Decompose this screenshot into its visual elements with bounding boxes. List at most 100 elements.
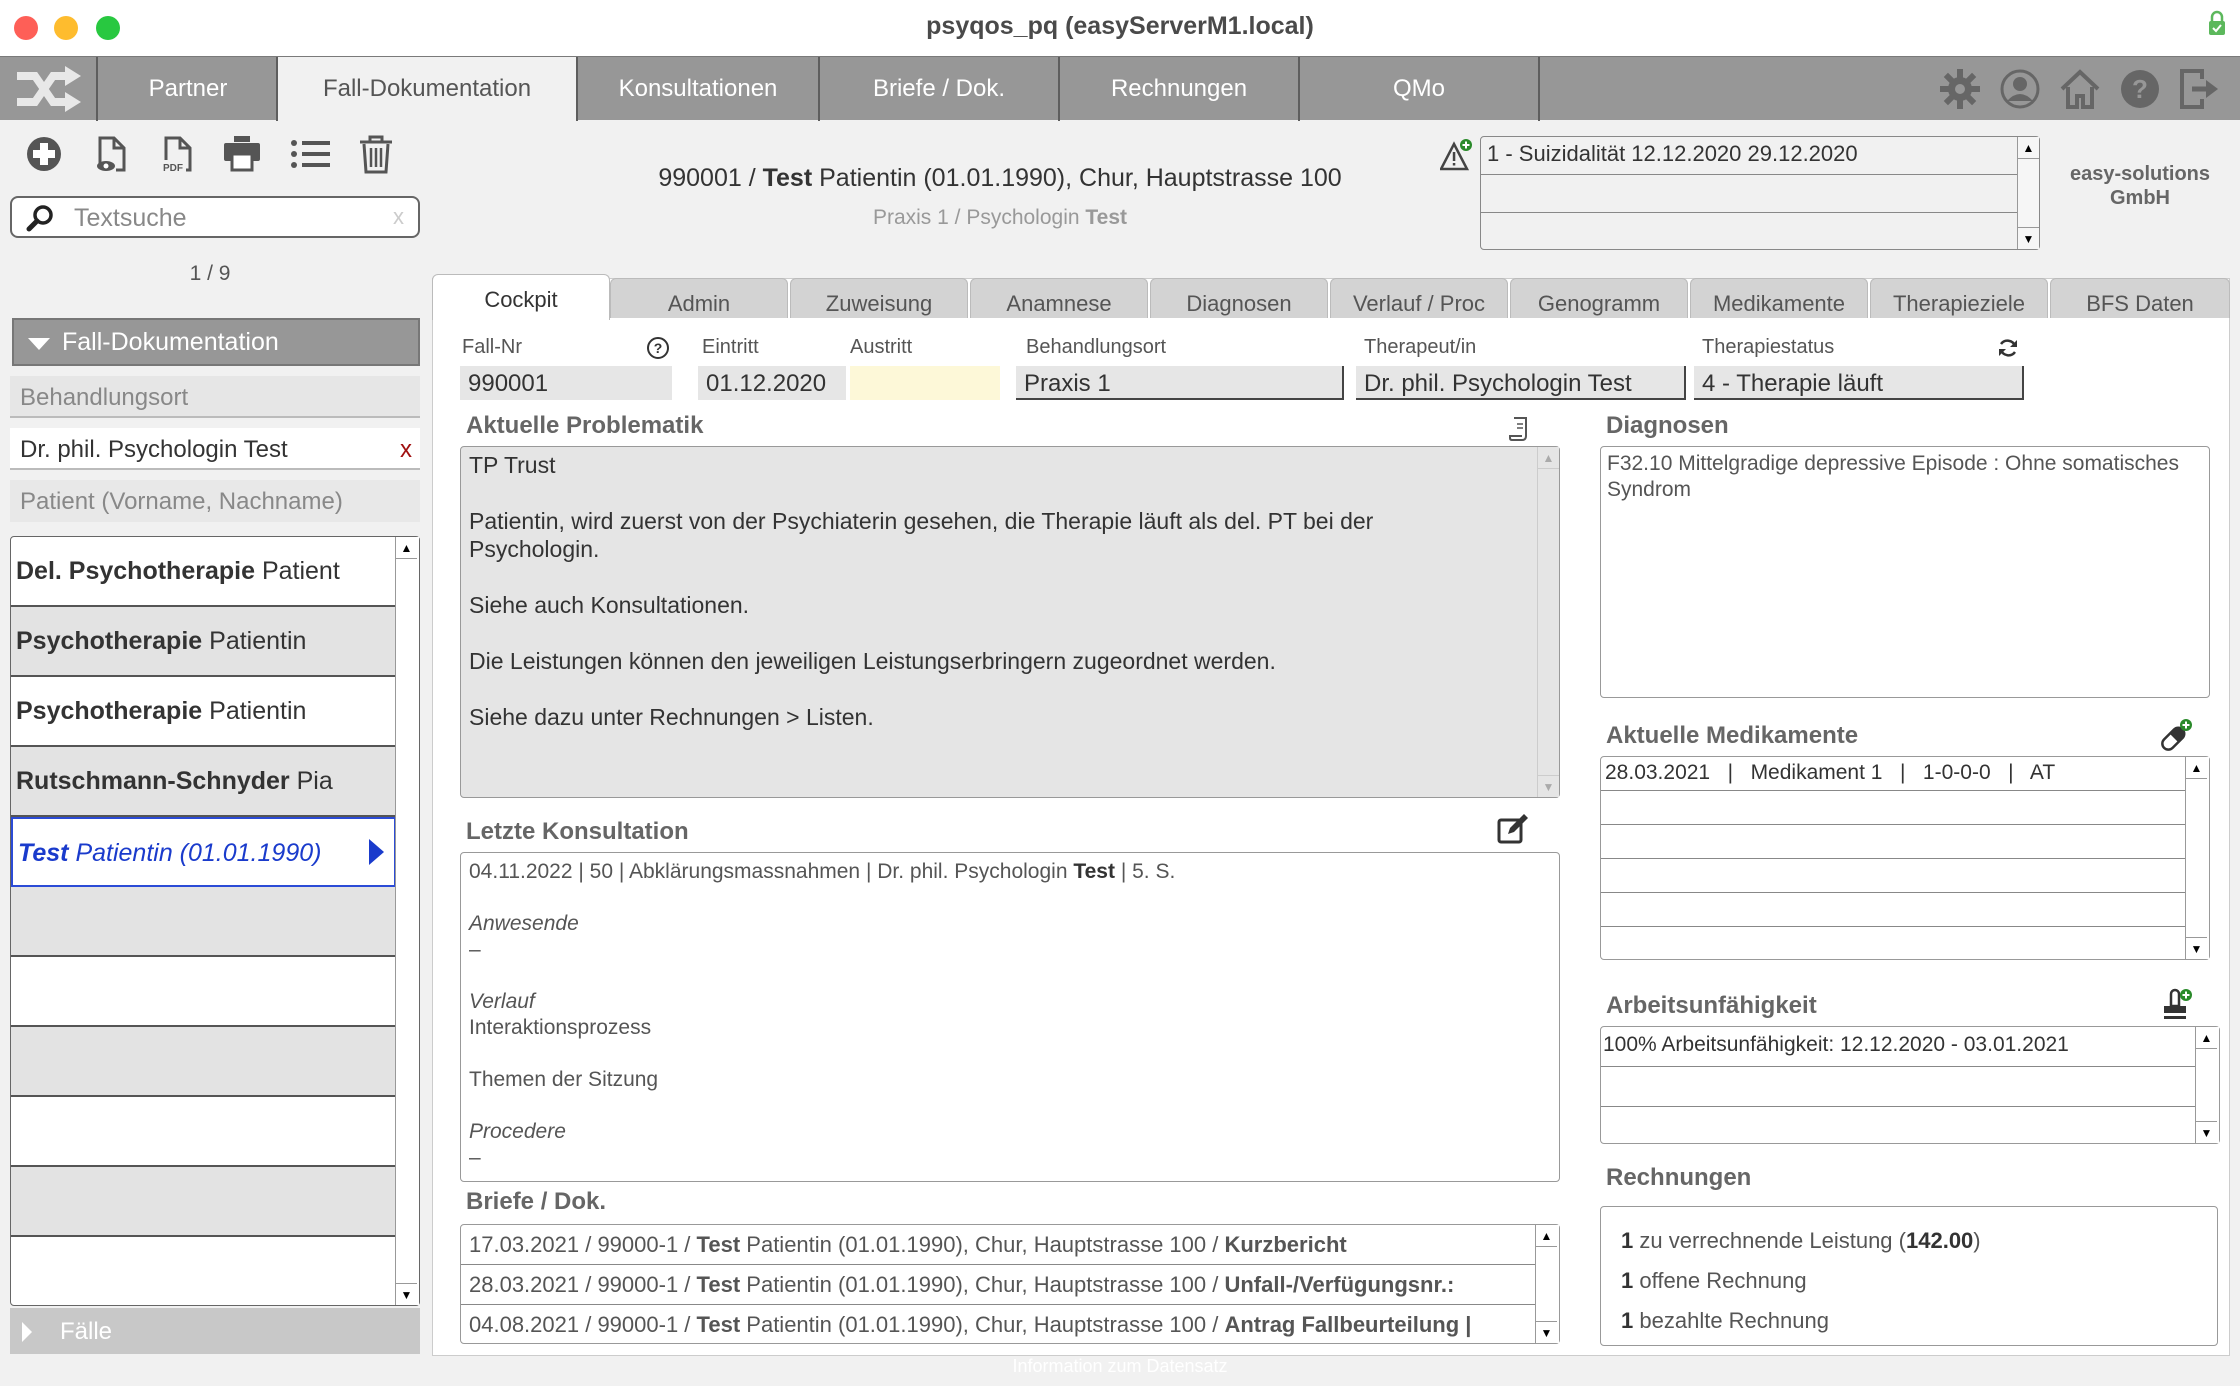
scroll-down-icon[interactable]: ▼ — [1536, 1321, 1557, 1343]
tab-genogramm[interactable]: Genogramm — [1510, 278, 1688, 318]
scroll-up-icon[interactable]: ▲ — [2018, 137, 2039, 159]
list-icon[interactable] — [290, 134, 330, 174]
edit-icon[interactable] — [1496, 812, 1530, 846]
konsultation-box[interactable]: 04.11.2022 | 50 | Abklärungsmassnahmen |… — [460, 852, 1560, 1182]
tab-cockpit[interactable]: Cockpit — [432, 274, 610, 320]
behandlungsort-filter[interactable]: Behandlungsort — [10, 376, 420, 418]
rechnungen-summary[interactable]: 1 zu verrechnende Leistung (142.00) 1 of… — [1600, 1206, 2218, 1346]
warning-row[interactable] — [1481, 175, 2018, 213]
medikament-row[interactable]: 28.03.2021 | Medikament 1 | 1-0-0-0 | AT — [1601, 757, 2187, 791]
help-icon[interactable]: ? — [2118, 67, 2162, 111]
preview-document-icon[interactable] — [92, 134, 132, 174]
tab-therapieziele[interactable]: Therapieziele — [1870, 278, 2048, 318]
sidebar-section-faelle[interactable]: Fälle — [10, 1308, 420, 1354]
nav-tab-konsultationen[interactable]: Konsultationen — [578, 57, 820, 121]
scroll-down-icon[interactable]: ▼ — [2196, 1121, 2217, 1143]
patient-list-scrollbar[interactable]: ▲ ▼ — [395, 537, 419, 1305]
patient-list-item-selected[interactable]: Test Patientin (01.01.1990) — [11, 817, 396, 887]
therapiestatus-dropdown[interactable]: 4 - Therapie läuft — [1694, 366, 2024, 400]
patient-list-item[interactable] — [11, 1167, 396, 1237]
add-warning-icon[interactable] — [1438, 138, 1474, 172]
briefe-list-item[interactable]: 04.08.2021 / 99000-1 / Test Patientin (0… — [461, 1305, 1537, 1345]
text-search-input[interactable]: Textsuche x — [10, 196, 420, 238]
patient-list-item[interactable] — [11, 957, 396, 1027]
auf-row[interactable] — [1601, 1107, 2197, 1147]
add-medication-icon[interactable] — [2160, 718, 2194, 752]
nav-tab-partner[interactable]: Partner — [100, 57, 278, 121]
tab-medikamente[interactable]: Medikamente — [1690, 278, 1868, 318]
rechnung-item[interactable]: 1 offene Rechnung — [1621, 1261, 2197, 1301]
auf-row[interactable]: 100% Arbeitsunfähigkeit: 12.12.2020 - 03… — [1601, 1027, 2197, 1067]
rechnung-item[interactable]: 1 zu verrechnende Leistung (142.00) — [1621, 1221, 2197, 1261]
patient-filter-input[interactable]: Patient (Vorname, Nachname) — [10, 480, 420, 522]
auf-row[interactable] — [1601, 1067, 2197, 1107]
briefe-scrollbar[interactable]: ▲ ▼ — [1535, 1225, 1559, 1343]
problematik-textarea[interactable]: TP Trust Patientin, wird zuerst von der … — [460, 446, 1560, 798]
therapeut-dropdown[interactable]: Dr. phil. Psychologin Test — [1356, 366, 1686, 400]
patient-list-item[interactable]: Psychotherapie Patientin — [11, 677, 396, 747]
auf-scrollbar[interactable]: ▲ ▼ — [2195, 1027, 2219, 1143]
nav-tab-qmo[interactable]: QMo — [1300, 57, 1540, 121]
tab-anamnese[interactable]: Anamnese — [970, 278, 1148, 318]
behandlungsort-dropdown[interactable]: Praxis 1 — [1016, 366, 1344, 400]
austritt-field[interactable] — [850, 366, 1000, 400]
patient-list-item[interactable] — [11, 1027, 396, 1097]
patient-list-item[interactable] — [11, 887, 396, 957]
scroll-down-icon[interactable]: ▼ — [2186, 937, 2207, 959]
patient-list-item[interactable] — [11, 1097, 396, 1167]
tab-admin[interactable]: Admin — [610, 278, 788, 318]
patient-list-item[interactable]: Del. Psychotherapie Patient — [11, 537, 396, 607]
gear-icon[interactable] — [1938, 67, 1982, 111]
clear-therapist-filter-button[interactable]: x — [400, 436, 412, 464]
warning-row[interactable] — [1481, 213, 2018, 251]
pdf-icon[interactable]: PDF — [158, 134, 198, 174]
refresh-icon[interactable] — [1996, 336, 2020, 360]
nav-tab-rechnungen[interactable]: Rechnungen — [1060, 57, 1300, 121]
scroll-down-icon[interactable]: ▼ — [1538, 775, 1559, 797]
medikament-row[interactable] — [1601, 893, 2187, 927]
home-icon[interactable] — [2058, 67, 2102, 111]
problematik-scrollbar[interactable]: ▲ ▼ — [1537, 447, 1559, 797]
scroll-up-icon[interactable]: ▲ — [2196, 1027, 2217, 1049]
tab-diagnosen[interactable]: Diagnosen — [1150, 278, 1328, 318]
clear-search-button[interactable]: x — [393, 204, 404, 230]
patient-list-item[interactable]: Psychotherapie Patientin — [11, 607, 396, 677]
logout-icon[interactable] — [2176, 67, 2220, 111]
tab-bfs-daten[interactable]: BFS Daten — [2050, 278, 2230, 318]
add-icon[interactable] — [24, 134, 64, 174]
patient-list-item[interactable]: Rutschmann-Schnyder Pia — [11, 747, 396, 817]
print-icon[interactable] — [222, 134, 262, 174]
eintritt-field[interactable]: 01.12.2020 — [698, 366, 846, 400]
patient-list-item[interactable] — [11, 1237, 396, 1305]
rechnung-item[interactable]: 1 bezahlte Rechnung — [1621, 1301, 2197, 1341]
diagnosen-box[interactable]: F32.10 Mittelgradige depressive Episode … — [1600, 446, 2210, 698]
tab-zuweisung[interactable]: Zuweisung — [790, 278, 968, 318]
sidebar-section-fall-dokumentation[interactable]: Fall-Dokumentation — [12, 318, 420, 366]
medikament-row[interactable] — [1601, 791, 2187, 825]
scroll-down-icon[interactable]: ▼ — [2018, 227, 2039, 249]
shuffle-menu-button[interactable] — [0, 57, 98, 121]
user-icon[interactable] — [1998, 67, 2042, 111]
scroll-down-icon[interactable]: ▼ — [396, 1283, 417, 1305]
scroll-up-icon[interactable]: ▲ — [1536, 1225, 1557, 1247]
medikamente-scrollbar[interactable]: ▲ ▼ — [2185, 757, 2209, 959]
scroll-up-icon[interactable]: ▲ — [2186, 757, 2207, 779]
fall-nr-field[interactable]: 990001 — [460, 366, 672, 400]
warning-row[interactable]: 1 - Suizidalität 12.12.2020 29.12.2020 — [1481, 137, 2018, 175]
scroll-up-icon[interactable]: ▲ — [1538, 447, 1559, 469]
briefe-list-item[interactable]: 17.03.2021 / 99000-1 / Test Patientin (0… — [461, 1225, 1537, 1265]
nav-tab-fall-dokumentation[interactable]: Fall-Dokumentation — [278, 57, 578, 121]
medikament-row[interactable] — [1601, 825, 2187, 859]
add-certificate-stamp-icon[interactable] — [2160, 988, 2194, 1022]
briefe-list-item[interactable]: 28.03.2021 / 99000-1 / Test Patientin (0… — [461, 1265, 1537, 1305]
nav-tab-briefe-dok[interactable]: Briefe / Dok. — [820, 57, 1060, 121]
scroll-up-icon[interactable]: ▲ — [396, 537, 417, 559]
therapist-filter[interactable]: Dr. phil. Psychologin Test x — [10, 428, 420, 470]
trash-icon[interactable] — [356, 134, 396, 174]
warnings-scrollbar[interactable]: ▲ ▼ — [2017, 137, 2039, 249]
warnings-list[interactable]: 1 - Suizidalität 12.12.2020 29.12.2020 ▲… — [1480, 136, 2040, 250]
medikament-row[interactable] — [1601, 859, 2187, 893]
script-icon[interactable] — [1508, 416, 1530, 442]
tab-verlauf-proc[interactable]: Verlauf / Proc — [1330, 278, 1508, 318]
help-circle-icon[interactable]: ? — [646, 336, 670, 360]
